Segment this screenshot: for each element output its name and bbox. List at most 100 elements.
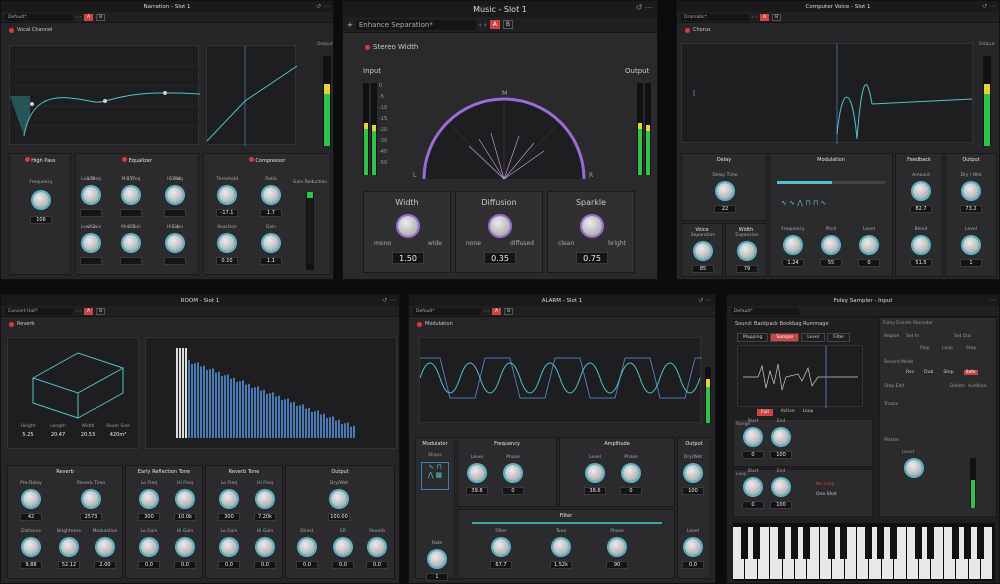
menu-icon[interactable]: ⋯ (989, 297, 995, 304)
parameter-knob[interactable] (685, 539, 701, 555)
parameter-value[interactable]: 0 (620, 487, 642, 495)
frequency-value[interactable]: 106 (30, 216, 52, 224)
black-key[interactable] (741, 527, 748, 559)
parameter-value[interactable]: 0.0 (332, 561, 354, 569)
waveform-buttons[interactable]: ∿ ∿ ⋀ ⊓ ⊓ ∿ (781, 199, 826, 207)
parameter-value[interactable]: 9.88 (20, 561, 42, 569)
preset-dropdown[interactable]: Dramatic* (681, 13, 749, 21)
stop-button[interactable]: Stop (966, 346, 976, 351)
setin-button[interactable]: Set In (906, 334, 919, 339)
parameter-value[interactable]: 0 (858, 259, 880, 267)
modulation-graph[interactable] (419, 337, 702, 423)
black-key[interactable] (877, 527, 885, 559)
sample-waveform[interactable] (737, 345, 863, 408)
tab[interactable]: Sample (770, 333, 800, 342)
mod-slider[interactable] (777, 181, 885, 184)
parameter-knob[interactable] (469, 465, 485, 481)
black-key[interactable] (951, 527, 959, 559)
noloop-button[interactable]: No Loop (816, 482, 834, 487)
parameter-value[interactable]: 79 (736, 265, 758, 273)
eq-graph[interactable] (9, 45, 201, 145)
frequency-knob[interactable] (33, 192, 49, 208)
nav-arrows-icon[interactable]: ‹ › (76, 15, 81, 20)
compressor-knob[interactable] (263, 187, 279, 203)
black-key[interactable] (803, 527, 810, 559)
parameter-knob[interactable] (773, 479, 789, 495)
bypass-led[interactable] (9, 321, 14, 327)
parameter-value[interactable]: 100.00 (328, 513, 350, 521)
keyboard[interactable] (733, 523, 995, 581)
black-key[interactable] (753, 527, 761, 559)
parameter-value[interactable]: 90 (606, 561, 628, 569)
parameter-value[interactable]: 0.0 (218, 561, 240, 569)
param-value[interactable]: 0.35 (484, 252, 516, 264)
a-button[interactable]: A (84, 13, 94, 21)
parameter-knob[interactable] (123, 235, 139, 251)
menu-icon[interactable]: ↺ ⋯ (982, 3, 995, 10)
param-value[interactable]: 1.50 (392, 252, 424, 264)
parameter-value[interactable]: 51.5 (910, 259, 932, 267)
add-icon[interactable]: + (347, 21, 353, 29)
setout-button[interactable]: Set Out (954, 334, 971, 339)
parameter-value[interactable]: 73.2 (960, 205, 982, 213)
parameter-value[interactable]: 0.0 (682, 561, 704, 569)
tab[interactable]: Filter (827, 333, 851, 342)
parameter-knob[interactable] (739, 243, 755, 259)
preset-dropdown[interactable]: Default* (413, 307, 481, 315)
nav-arrows-icon[interactable]: ‹ › (479, 21, 487, 29)
parameter-knob[interactable] (773, 429, 789, 445)
dim-value[interactable]: 420m³ (104, 432, 132, 438)
parameter-knob[interactable] (97, 539, 113, 555)
black-key[interactable] (976, 527, 984, 559)
tab[interactable]: Mapping (737, 333, 769, 342)
parameter-value[interactable]: 42 (20, 513, 42, 521)
parameter-knob[interactable] (685, 465, 701, 481)
parameter-knob[interactable] (23, 539, 39, 555)
full-button[interactable]: Full (757, 409, 773, 416)
parameter-knob[interactable] (369, 539, 385, 555)
parameter-knob[interactable] (221, 491, 237, 507)
parameter-knob[interactable] (717, 183, 733, 199)
dim-value[interactable]: 5.25 (14, 432, 42, 438)
a-button[interactable]: A (489, 20, 500, 29)
parameter-knob[interactable] (913, 237, 929, 253)
parameter-knob[interactable] (23, 491, 39, 507)
parameter-value[interactable]: 22 (714, 205, 736, 213)
preset-dropdown[interactable]: Enhance Separation* (355, 19, 476, 30)
reverb-decay-graph[interactable] (145, 337, 397, 449)
parameter-value[interactable]: 300 (138, 513, 160, 521)
parameter-knob[interactable] (177, 539, 193, 555)
parameter-value[interactable]: 0 (742, 451, 764, 459)
bypass-led[interactable] (417, 321, 422, 327)
safe-button[interactable]: Safe (963, 370, 978, 375)
parameter-knob[interactable] (695, 243, 711, 259)
parameter-knob[interactable] (587, 465, 603, 481)
parameter-value[interactable]: 38.6 (584, 487, 606, 495)
parameter-value[interactable] (80, 209, 102, 217)
rec-button[interactable]: Rec (906, 370, 914, 375)
parameter-value[interactable]: 1 (960, 259, 982, 267)
dim-value[interactable]: 20.47 (44, 432, 72, 438)
parameter-value[interactable] (164, 209, 186, 217)
preset-dropdown[interactable]: Default* (5, 13, 73, 21)
master-level-knob[interactable] (906, 460, 922, 476)
compressor-knob[interactable] (219, 187, 235, 203)
parameter-knob[interactable] (505, 465, 521, 481)
parameter-value[interactable]: 0.0 (366, 561, 388, 569)
play-button[interactable]: Play (920, 346, 929, 351)
parameter-value[interactable]: 0.0 (296, 561, 318, 569)
b-button[interactable]: B (504, 307, 514, 315)
black-key[interactable] (840, 527, 848, 559)
black-key[interactable] (889, 527, 897, 559)
parameter-knob[interactable] (493, 539, 509, 555)
param-knob[interactable] (398, 216, 418, 236)
active-button[interactable]: Active (781, 409, 795, 416)
parameter-knob[interactable] (177, 491, 193, 507)
a-button[interactable]: A (760, 13, 770, 21)
parameter-knob[interactable] (83, 235, 99, 251)
black-key[interactable] (964, 527, 972, 559)
tab[interactable]: Level (801, 333, 826, 342)
delete-button[interactable]: Delete (950, 384, 965, 389)
menu-icon[interactable]: ↺ ⋯ (316, 3, 329, 10)
parameter-value[interactable] (120, 209, 142, 217)
